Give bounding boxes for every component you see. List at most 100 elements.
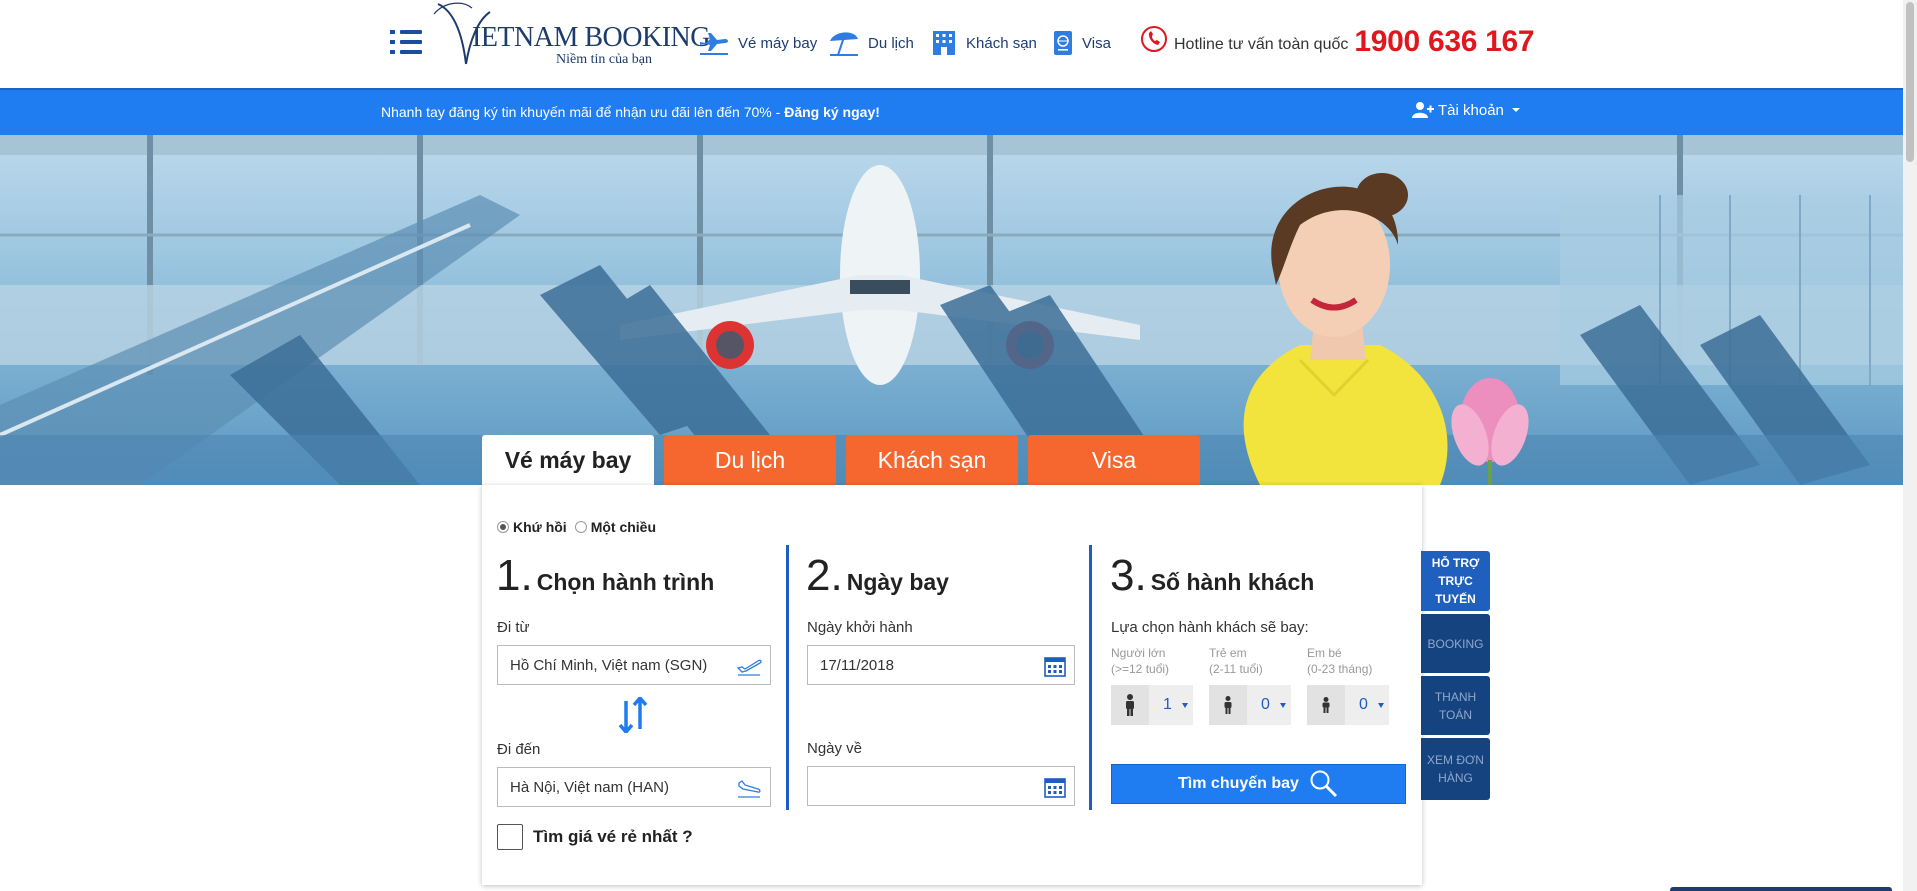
column-divider (786, 545, 789, 810)
logo[interactable]: IETNAM BOOKING Niềm tin của bạn (432, 0, 710, 72)
calendar-icon[interactable] (1044, 776, 1066, 798)
nav-hotels-label: Khách sạn (966, 34, 1037, 52)
to-label: Đi đến (497, 741, 541, 758)
return-label: Ngày về (807, 740, 863, 757)
depart-date-field[interactable]: 17/11/2018 (807, 645, 1075, 685)
tab-flights[interactable]: Vé máy bay (482, 435, 654, 485)
hero-banner (0, 135, 1903, 485)
floating-card-edge (1670, 887, 1892, 891)
step1-text: Chọn hành trình (536, 569, 715, 595)
takeoff-icon (736, 659, 762, 676)
passenger-prompt: Lựa chọn hành khách sẽ bay: (1111, 619, 1309, 636)
header: IETNAM BOOKING Niềm tin của bạn Vé máy b… (0, 0, 1903, 88)
booking-tabs: Vé máy bay Du lịch Khách sạn Visa (482, 435, 1200, 485)
from-value: Hồ Chí Minh, Việt nam (SGN) (510, 656, 708, 674)
phone-icon (1141, 26, 1167, 52)
search-icon (1310, 770, 1338, 798)
promo-message: Nhanh tay đăng ký tin khuyến mãi để nhận… (381, 104, 785, 120)
flight-search-panel: Khứ hồi Một chiều 1. Chọn hành trình Đi … (482, 485, 1422, 885)
nav-visa[interactable]: Visa (1052, 26, 1111, 60)
nav-flights-label: Vé máy bay (738, 34, 818, 52)
return-date-field[interactable] (807, 766, 1075, 806)
depart-date-value: 17/11/2018 (820, 656, 894, 674)
round-trip-label[interactable]: Khứ hồi (513, 519, 567, 535)
one-way-radio[interactable] (574, 521, 587, 533)
step3-number: 3. (1110, 551, 1147, 600)
step3-title: 3. Số hành khách (1110, 551, 1314, 601)
search-flights-label: Tìm chuyến bay (1178, 775, 1299, 792)
tab-visa[interactable]: Visa (1028, 435, 1200, 485)
child-age-text: (2-11 tuổi) (1209, 662, 1263, 676)
beach-umbrella-icon (830, 32, 858, 56)
step2-title: 2. Ngày bay (806, 551, 949, 601)
adult-age-text: (>=12 tuổi) (1111, 662, 1170, 676)
side-tab-booking[interactable]: BOOKING (1421, 614, 1490, 673)
child-label-text: Trẻ em (1209, 646, 1247, 660)
caret-down-icon (1181, 702, 1188, 708)
nav-visa-label: Visa (1082, 34, 1111, 52)
user-plus-icon (1412, 102, 1434, 118)
infant-person-icon (1322, 697, 1330, 713)
hotline[interactable]: Hotline tư vấn toàn quốc 1900 636 167 (1140, 20, 1535, 60)
logo-tagline: Niềm tin của bạn (556, 52, 653, 67)
caret-down-icon (1279, 702, 1286, 708)
account-dropdown[interactable]: Tài khoản (1412, 101, 1520, 119)
nav-tours-label: Du lịch (868, 34, 914, 52)
hotline-label: Hotline tư vấn toàn quốc (1174, 36, 1349, 53)
tab-tours[interactable]: Du lịch (664, 435, 836, 485)
step2-number: 2. (806, 551, 843, 600)
child-count-value: 0 (1261, 696, 1270, 713)
adult-count-select[interactable]: 1 (1111, 685, 1193, 725)
account-label: Tài khoản (1438, 101, 1504, 119)
column-divider (1089, 545, 1092, 810)
promo-text: Nhanh tay đăng ký tin khuyến mãi để nhận… (381, 104, 880, 120)
promo-bar: Nhanh tay đăng ký tin khuyến mãi để nhận… (0, 88, 1903, 135)
hotel-icon (933, 31, 955, 55)
infant-count-select[interactable]: 0 (1307, 685, 1389, 725)
landing-icon (738, 780, 761, 798)
to-field[interactable]: Hà Nội, Việt nam (HAN) (497, 767, 771, 807)
caret-down-icon (1377, 702, 1384, 708)
hotline-number[interactable]: 1900 636 167 (1354, 25, 1534, 59)
adult-count-value: 1 (1163, 696, 1172, 713)
scrollbar-thumb[interactable] (1906, 2, 1914, 162)
adult-label: Người lớn (>=12 tuổi) (1111, 645, 1169, 677)
step1-title: 1. Chọn hành trình (496, 551, 714, 601)
side-tab-online-support[interactable]: HỖ TRỢ TRỰC TUYẾN (1421, 551, 1490, 611)
round-trip-radio[interactable] (497, 521, 509, 533)
to-value: Hà Nội, Việt nam (HAN) (510, 778, 669, 796)
adult-label-text: Người lớn (1111, 646, 1166, 660)
nav-tours[interactable]: Du lịch (828, 26, 914, 60)
infant-label-text: Em bé (1307, 646, 1342, 660)
caret-down-icon (1511, 108, 1520, 112)
nav-flights[interactable]: Vé máy bay (698, 26, 817, 60)
infant-label: Em bé (0-23 tháng) (1307, 645, 1372, 677)
swap-direction-icon[interactable] (618, 697, 648, 733)
airplane-icon (700, 33, 728, 55)
side-tab-payment[interactable]: THANH TOÁN (1421, 676, 1490, 735)
cheapest-fare-checkbox[interactable]: Tìm giá vé rẻ nhất ? (497, 824, 693, 850)
tab-hotels[interactable]: Khách sạn (846, 435, 1018, 485)
child-count-select[interactable]: 0 (1209, 685, 1291, 725)
passport-icon (1054, 31, 1072, 55)
search-flights-button[interactable]: Tìm chuyến bay (1111, 764, 1406, 804)
trip-type-group: Khứ hồi Một chiều (497, 519, 656, 535)
nav-hotels[interactable]: Khách sạn (930, 26, 1037, 60)
cheapest-fare-label: Tìm giá vé rẻ nhất ? (533, 827, 693, 846)
hero-airport-illustration (0, 135, 1903, 485)
from-label: Đi từ (497, 619, 530, 636)
hamburger-menu-icon[interactable] (390, 28, 422, 56)
calendar-icon[interactable] (1044, 655, 1066, 677)
depart-label: Ngày khởi hành (807, 619, 913, 636)
step2-text: Ngày bay (846, 569, 949, 595)
from-field[interactable]: Hồ Chí Minh, Việt nam (SGN) (497, 645, 771, 685)
checkbox[interactable] (497, 824, 523, 850)
one-way-label[interactable]: Một chiều (591, 519, 656, 535)
infant-age-text: (0-23 tháng) (1307, 662, 1373, 676)
side-tab-view-order[interactable]: XEM ĐƠN HÀNG (1421, 738, 1490, 800)
adult-person-icon (1126, 694, 1134, 716)
logo-brand-text: IETNAM BOOKING (472, 22, 710, 53)
promo-signup-link[interactable]: Đăng ký ngay! (784, 104, 880, 120)
page: IETNAM BOOKING Niềm tin của bạn Vé máy b… (0, 0, 1917, 891)
child-person-icon (1224, 696, 1232, 714)
